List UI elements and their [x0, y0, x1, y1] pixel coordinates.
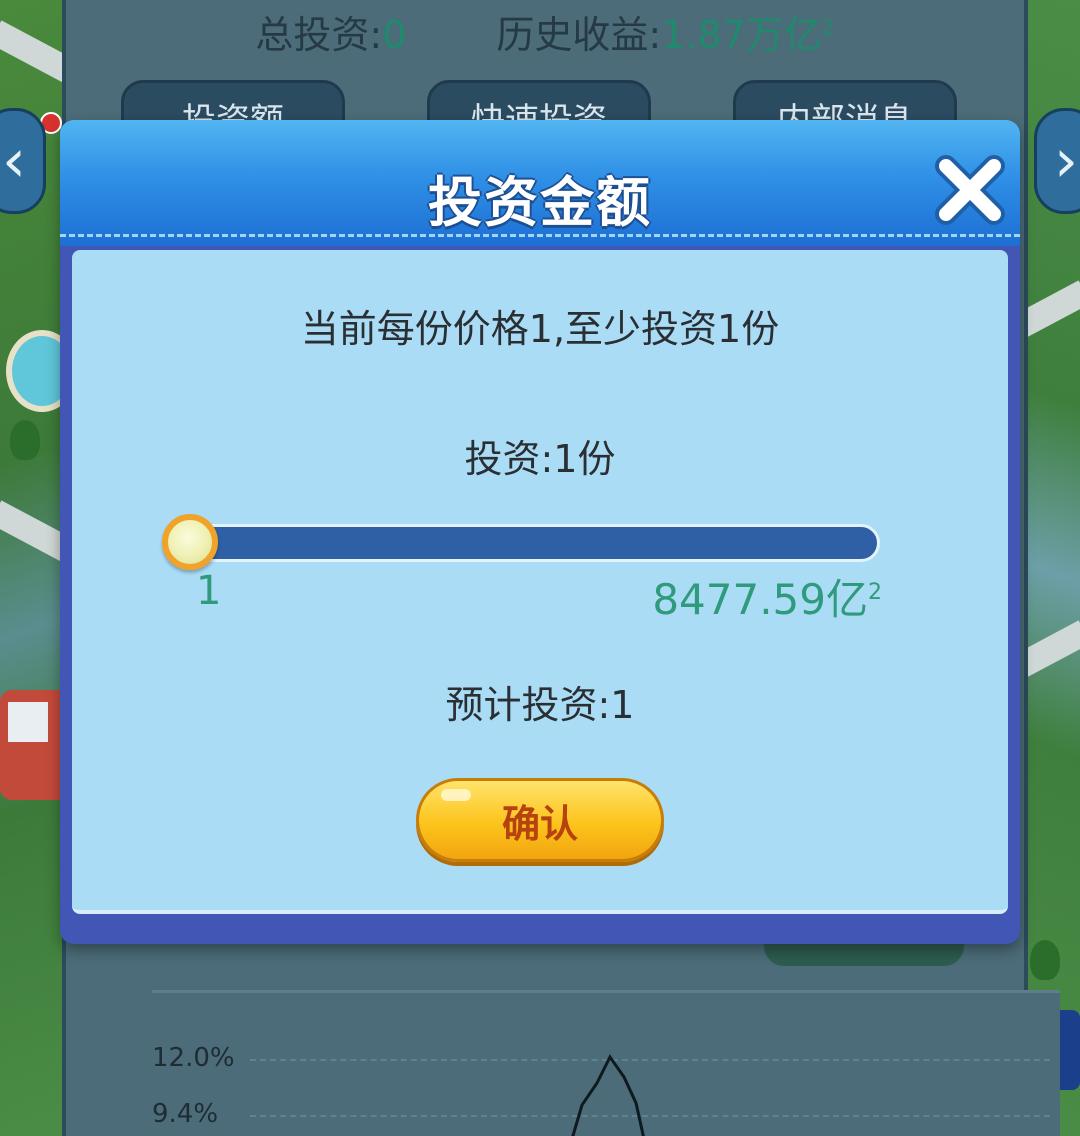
slider-min-label: 1: [196, 568, 222, 614]
estimated-invest-text: 预计投资:1: [445, 683, 635, 727]
confirm-button[interactable]: 确认: [416, 778, 664, 862]
chevron-right-icon: ›: [1054, 126, 1078, 196]
dialog-title: 投资金额: [428, 171, 652, 234]
slider-thumb[interactable]: [162, 514, 218, 570]
nav-right-button[interactable]: ›: [1034, 108, 1080, 214]
history-income-exponent: 2: [821, 14, 835, 39]
price-info-text: 当前每份价格1,至少投资1份: [300, 307, 780, 351]
total-invest-label: 总投资:: [255, 12, 383, 57]
tree: [1030, 940, 1060, 980]
investment-chart: 12.0% 9.4%: [152, 990, 1060, 1136]
history-income-value: 1.87万亿2: [661, 13, 834, 57]
slider-max-number: 8477.59亿: [652, 575, 868, 624]
nav-left-button[interactable]: ‹: [0, 108, 46, 214]
total-invest: 总投资:0: [255, 4, 406, 59]
close-icon: [935, 155, 1005, 225]
invest-amount-dialog: 投资金额 当前每份价格1,至少投资1份 投资:1份 1 8477.59亿2 预计…: [60, 120, 1020, 944]
amount-slider-track[interactable]: [176, 524, 880, 562]
stats-bar: 总投资:0 历史收益:1.87万亿2: [66, 0, 1024, 62]
tree: [10, 420, 40, 460]
confirm-label: 确认: [501, 801, 578, 846]
history-income-number: 1.87万亿: [661, 12, 822, 57]
slider-max-exponent: 2: [868, 580, 882, 605]
chevron-left-icon: ‹: [2, 126, 26, 196]
dialog-header: 投资金额: [60, 120, 1020, 246]
y-tick-label: 12.0%: [152, 1043, 235, 1073]
slider-max-label: 8477.59亿2: [652, 566, 882, 627]
total-invest-value: 0: [382, 12, 407, 57]
invest-shares-text: 投资:1份: [464, 437, 616, 481]
dialog-body: 当前每份价格1,至少投资1份 投资:1份 1 8477.59亿2 预计投资:1 …: [72, 250, 1008, 914]
history-income-label: 历史收益:: [496, 12, 662, 57]
y-tick-label: 9.4%: [152, 1099, 219, 1129]
history-income: 历史收益:1.87万亿2: [496, 4, 834, 59]
chart-line: [571, 1054, 645, 1136]
close-button[interactable]: [932, 152, 1008, 228]
